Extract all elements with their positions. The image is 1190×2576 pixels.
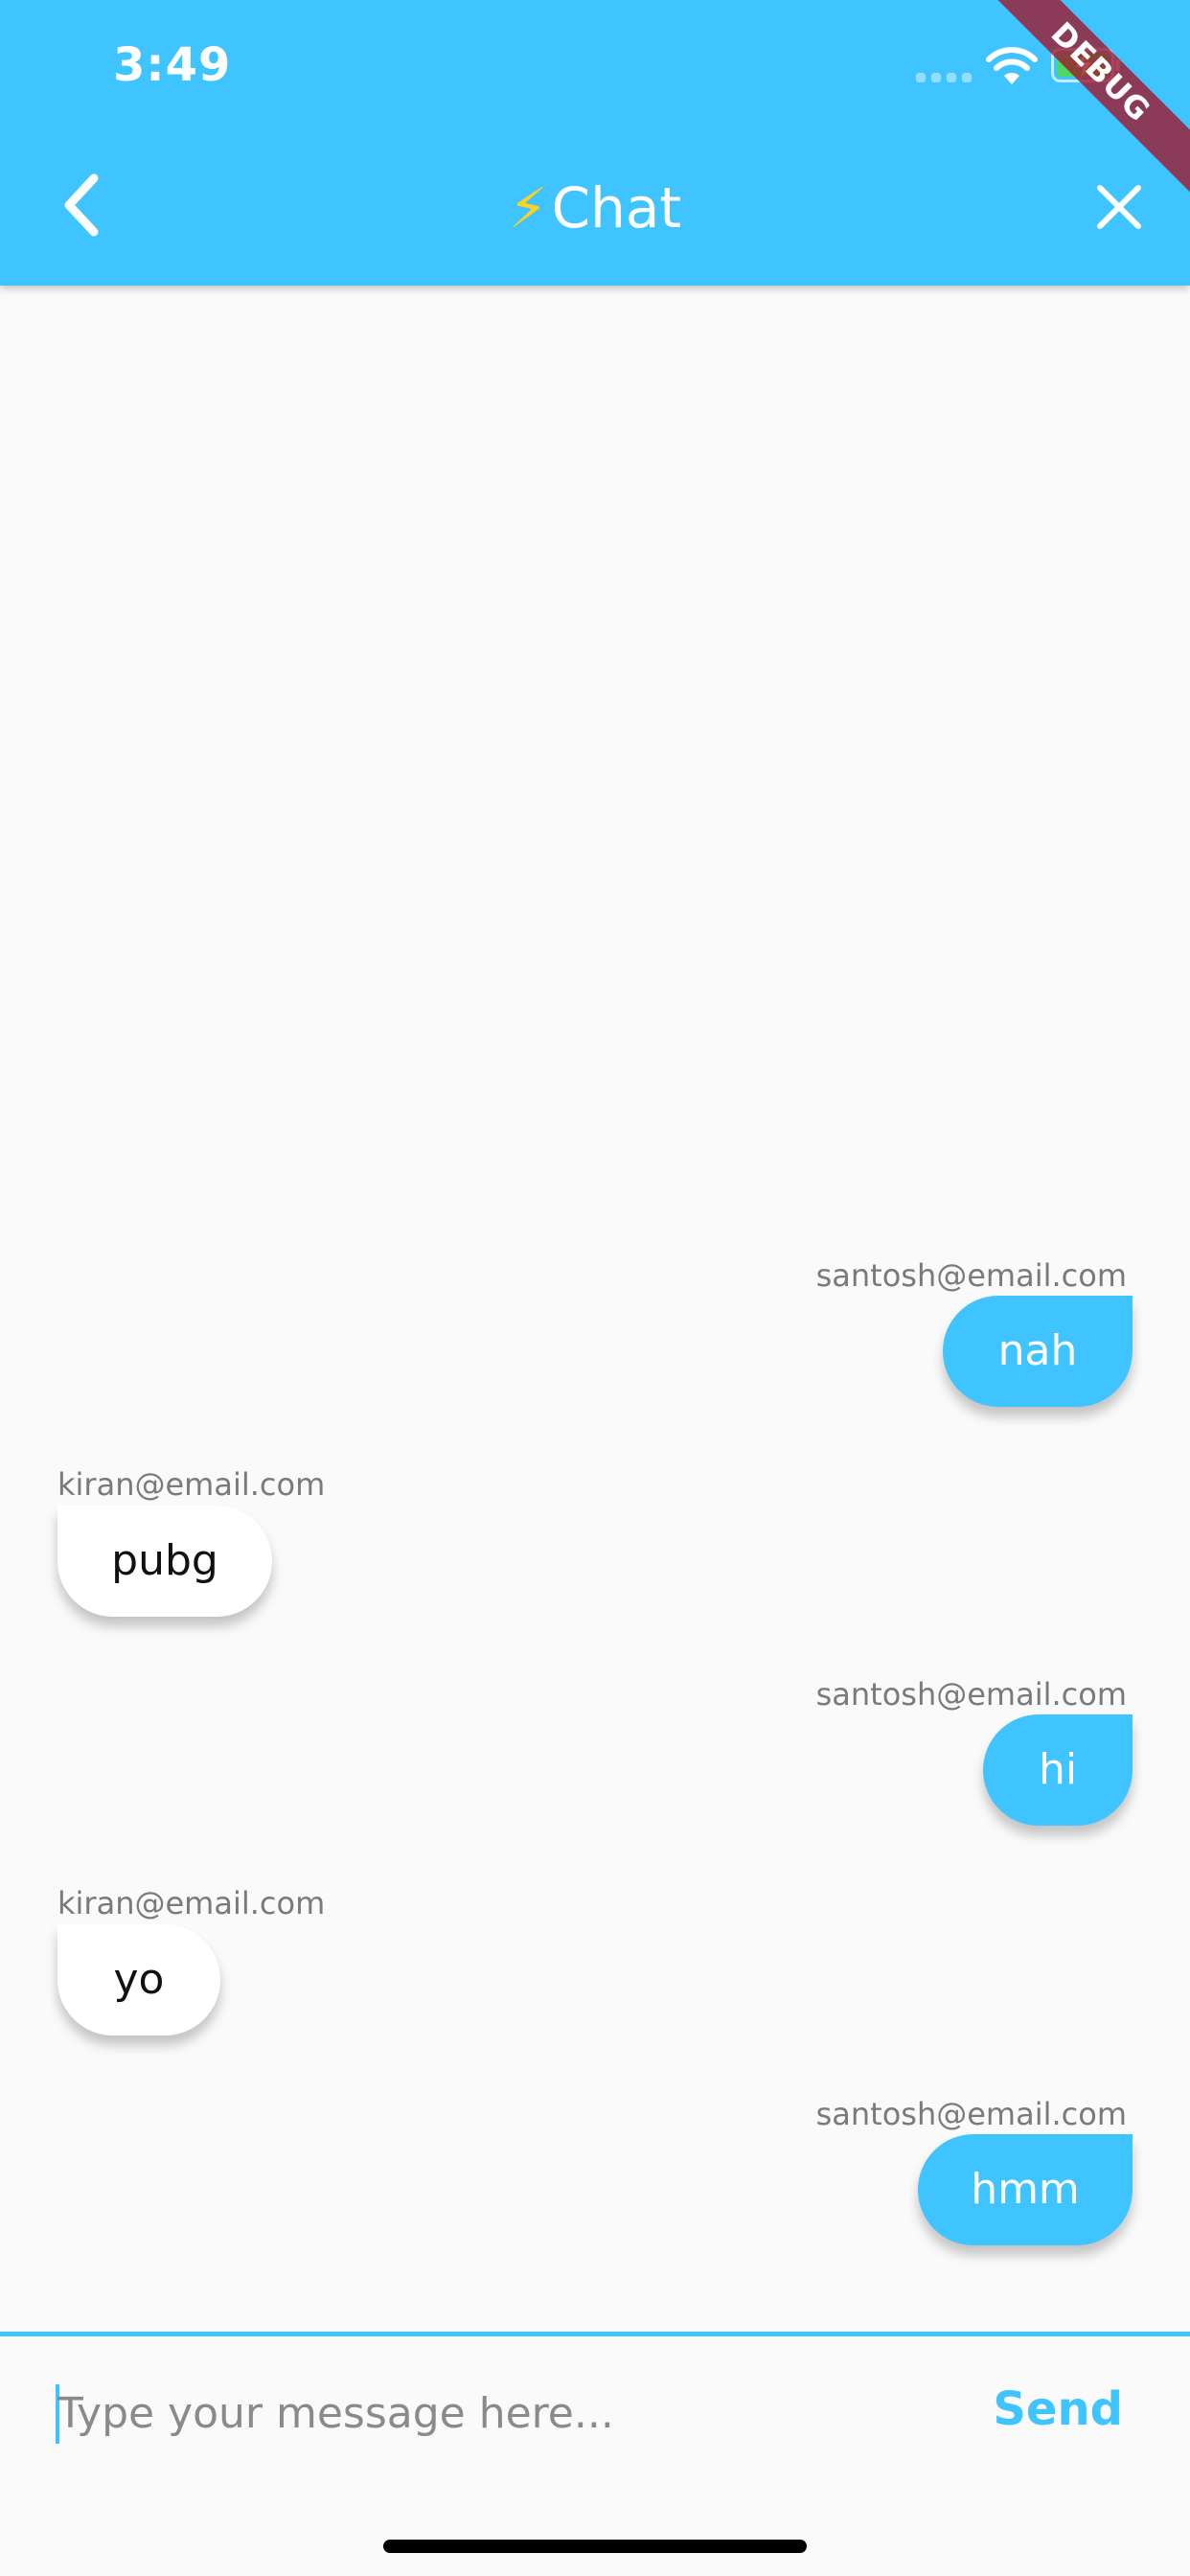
message-bubble-received: yo [57, 1924, 220, 2036]
message-input[interactable] [57, 2375, 920, 2451]
message-sender: santosh@email.com [815, 2096, 1127, 2132]
page-title-text: Chat [551, 175, 682, 241]
message-bubble-sent: hi [983, 1714, 1133, 1826]
wifi-icon [986, 47, 1038, 84]
message-bubble-sent: hmm [918, 2134, 1133, 2245]
message-sender: santosh@email.com [815, 1257, 1127, 1294]
close-icon[interactable] [1094, 182, 1144, 232]
send-button[interactable]: Send [993, 2382, 1123, 2436]
home-indicator[interactable] [383, 2540, 807, 2553]
message-sender: kiran@email.com [57, 1885, 326, 1921]
status-time: 3:49 [113, 38, 232, 92]
lightning-bolt-icon: ⚡ [508, 175, 548, 241]
message-bubble-sent: nah [943, 1296, 1133, 1407]
cellular-signal-icon [916, 73, 972, 82]
message-bubble-received: pubg [57, 1506, 272, 1617]
page-title: ⚡Chat [0, 171, 1190, 245]
message-sender: kiran@email.com [57, 1466, 326, 1503]
battery-charging-icon [1051, 48, 1120, 82]
app-bar: 3:49 ⚡Chat [0, 0, 1190, 286]
message-sender: santosh@email.com [815, 1676, 1127, 1713]
